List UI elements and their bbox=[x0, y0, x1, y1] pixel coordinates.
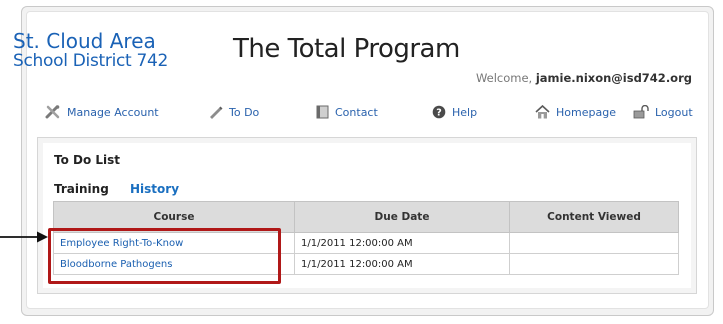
help-circle-icon: ? bbox=[432, 105, 446, 119]
nav-homepage-label: Homepage bbox=[556, 105, 616, 119]
nav-contact-label: Contact bbox=[335, 105, 378, 119]
content-viewed-cell bbox=[509, 253, 679, 275]
due-date-cell: 1/1/2011 12:00:00 AM bbox=[294, 232, 510, 254]
callout-arrow-icon bbox=[0, 231, 48, 243]
nav-to-do-label: To Do bbox=[229, 105, 260, 119]
nav-logout-label: Logout bbox=[655, 105, 693, 119]
todo-list-heading: To Do List bbox=[54, 153, 121, 167]
highlight-callout-box bbox=[48, 228, 281, 284]
welcome-prefix: Welcome, bbox=[475, 71, 533, 85]
logo-line-2: School District 742 bbox=[13, 51, 169, 71]
column-header-content-viewed[interactable]: Content Viewed bbox=[509, 201, 679, 233]
due-date-cell: 1/1/2011 12:00:00 AM bbox=[294, 253, 510, 275]
tab-training[interactable]: Training bbox=[54, 182, 109, 196]
top-nav: Manage Account To Do Contact ? Help Home… bbox=[0, 105, 723, 125]
nav-logout[interactable]: Logout bbox=[633, 105, 693, 119]
nav-help-label: Help bbox=[452, 105, 478, 119]
welcome-message: Welcome, jamie.nixon@isd742.org bbox=[476, 71, 692, 85]
nav-contact[interactable]: Contact bbox=[316, 105, 378, 119]
nav-homepage[interactable]: Homepage bbox=[535, 105, 616, 119]
welcome-user: jamie.nixon@isd742.org bbox=[535, 71, 692, 85]
logo-line-1: St. Cloud Area bbox=[13, 29, 156, 53]
nav-to-do[interactable]: To Do bbox=[208, 105, 259, 119]
contact-card-icon bbox=[316, 105, 329, 119]
content-viewed-cell bbox=[509, 232, 679, 254]
logout-icon bbox=[633, 105, 649, 119]
nav-help[interactable]: ? Help bbox=[432, 105, 477, 119]
district-logo: St. Cloud Area School District 742 bbox=[13, 31, 168, 71]
pencil-icon bbox=[208, 105, 223, 119]
tab-history[interactable]: History bbox=[130, 182, 179, 196]
column-header-due-date[interactable]: Due Date bbox=[294, 201, 510, 233]
nav-manage-account-label: Manage Account bbox=[67, 105, 159, 119]
nav-manage-account[interactable]: Manage Account bbox=[45, 105, 159, 119]
svg-text:?: ? bbox=[436, 108, 442, 119]
home-icon bbox=[535, 105, 550, 119]
page-title: The Total Program bbox=[233, 34, 460, 64]
wrench-screwdriver-icon bbox=[45, 105, 61, 119]
